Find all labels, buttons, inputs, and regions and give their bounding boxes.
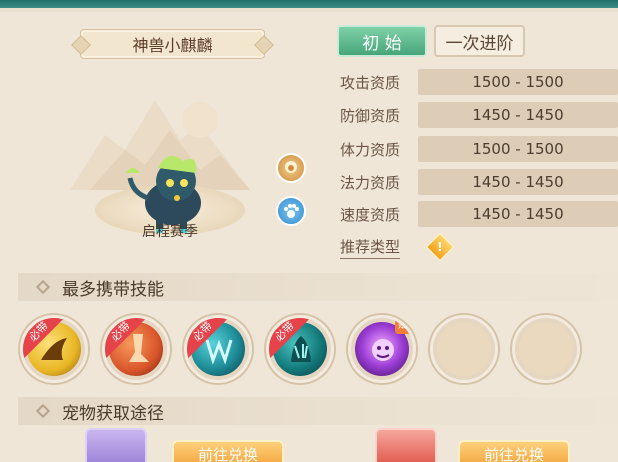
tab-initial[interactable]: 初 始 [337,25,427,57]
pet-name-plate: 神兽小麒麟 [80,29,265,59]
stat-value: 1450 - 1450 [418,169,618,195]
skill-slot-5[interactable]: 赋 [348,315,416,383]
recommend-type-link[interactable]: 推荐类型 [340,236,401,259]
acquire-button-2[interactable]: 前往兑换 [458,440,570,462]
stat-row-speed: 速度资质 1450 - 1450 [340,201,618,227]
section-title: 最多携带技能 [62,279,164,300]
stat-value: 1500 - 1500 [418,136,618,162]
skills-section-header: 最多携带技能 [18,273,618,301]
ice-fang-icon [205,339,233,365]
pet-display: 神兽小麒麟 启程赛季 [70,25,280,255]
stat-row-mana: 法力资质 1450 - 1450 [340,169,618,195]
stat-label: 体力资质 [340,141,401,159]
stat-label: 防御资质 [340,107,401,125]
diamond-icon [35,279,51,295]
skill-slot-4[interactable]: 必带 [266,315,334,383]
stat-value: 1450 - 1450 [418,201,618,227]
stat-value: 1450 - 1450 [418,102,618,128]
pet-head-icon [285,161,297,173]
acquire-item-1-icon[interactable] [85,428,147,462]
season-label: 启程赛季 [142,224,198,240]
paw-icon [284,204,299,218]
diamond-icon [35,403,51,419]
stat-row-stamina: 体力资质 1500 - 1500 [340,136,618,162]
stat-label: 法力资质 [340,174,401,192]
fire-leg-icon [129,334,149,362]
talent-tag: 赋 [395,318,411,334]
pet-name: 神兽小麒麟 [132,36,213,55]
acquire-item-2-icon[interactable] [375,428,437,462]
stat-value: 1500 - 1500 [418,69,618,95]
stat-row-attack: 攻击资质 1500 - 1500 [340,69,618,95]
paw-button[interactable] [276,196,306,226]
acquire-button-1[interactable]: 前往兑换 [172,440,284,462]
info-icon[interactable]: ! [425,232,455,262]
wing-slash-icon [41,338,67,360]
skill-slot-empty-1[interactable] [430,315,498,383]
skill-slot-1[interactable]: 必带 [20,315,88,383]
stat-row-defense: 防御资质 1450 - 1450 [340,102,618,128]
skill-slot-3[interactable]: 必带 [184,315,252,383]
skill-slot-empty-2[interactable] [512,315,580,383]
tab-advanced[interactable]: 一次进阶 [434,25,525,57]
purple-beast-icon [372,339,394,361]
acquire-section-header: 宠物获取途径 [18,397,618,425]
skill-slot-2[interactable]: 必带 [102,315,170,383]
section-title: 宠物获取途径 [62,403,164,424]
top-bar [0,0,618,12]
stat-label: 攻击资质 [340,74,401,92]
pet-profile-button[interactable] [276,153,306,183]
stat-label: 速度资质 [340,206,401,224]
